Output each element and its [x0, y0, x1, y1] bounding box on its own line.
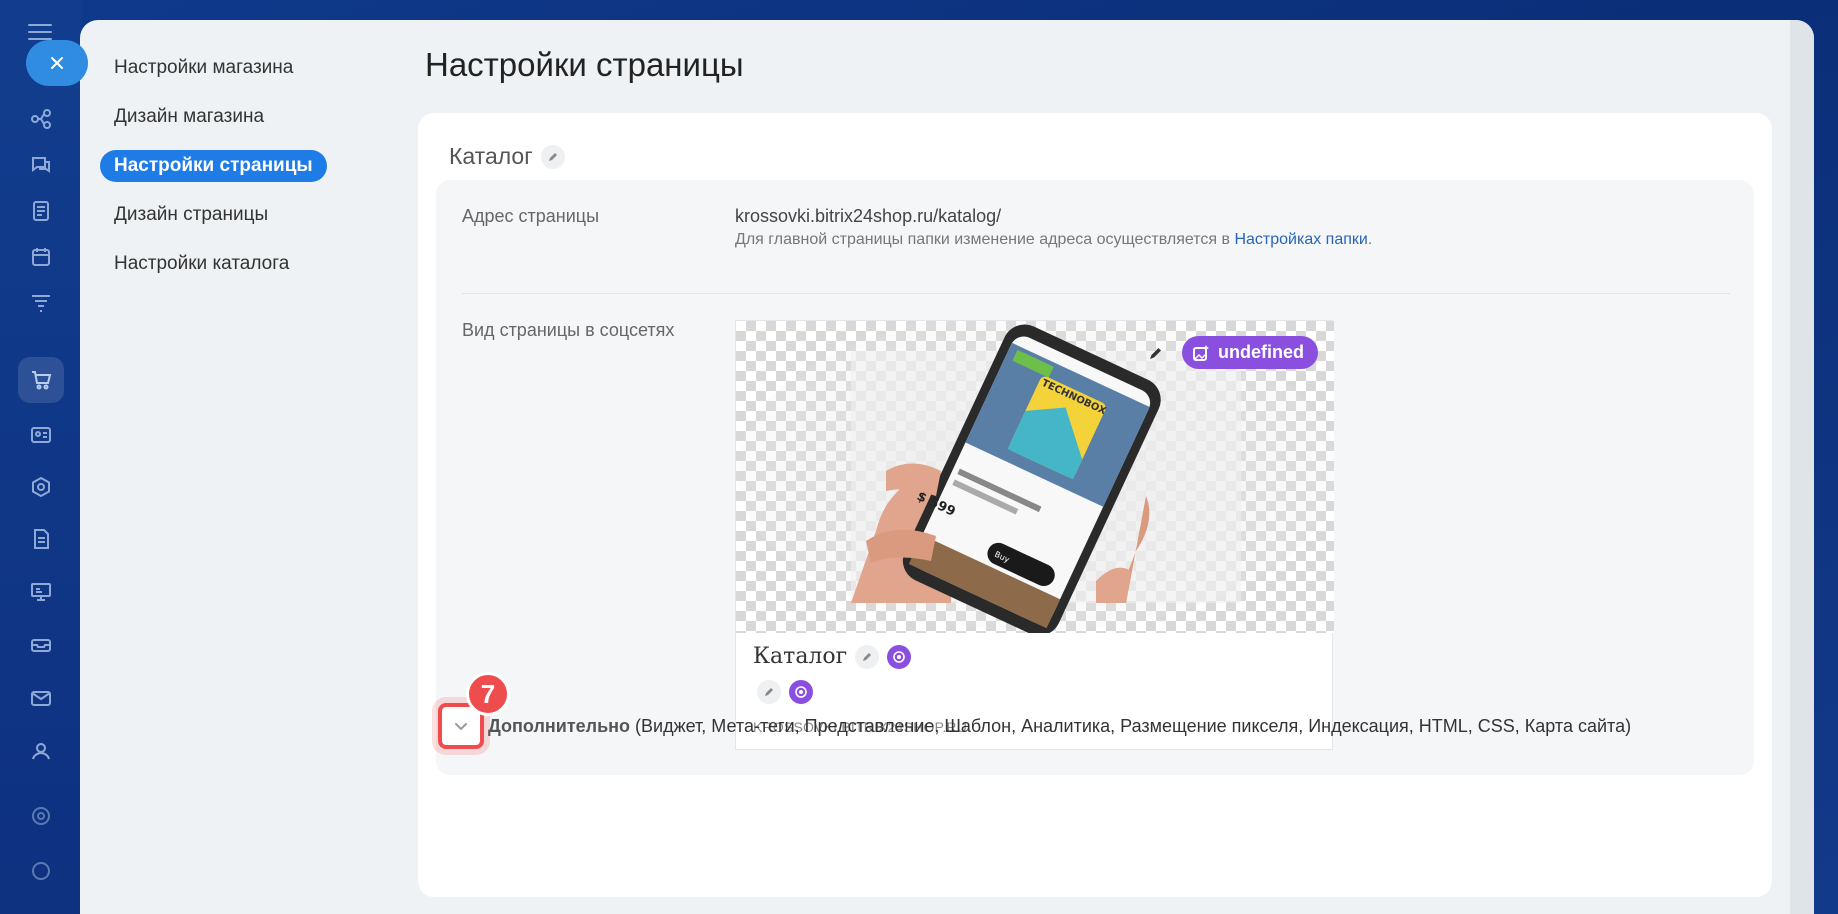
- cart-icon[interactable]: [18, 357, 64, 403]
- ai-image-icon: [1193, 344, 1209, 361]
- document-icon[interactable]: [18, 516, 64, 562]
- chevron-down-icon: [455, 723, 467, 731]
- page-settings-card: Каталог Адрес страницы krossovki.bitrix2…: [418, 113, 1772, 897]
- nav-item-catalog-settings[interactable]: Настройки каталога: [100, 248, 303, 280]
- ai-sparkle-icon: [893, 650, 905, 663]
- inbox-icon[interactable]: [18, 622, 64, 668]
- edit-preview-title-button[interactable]: [855, 644, 880, 669]
- presentation-icon[interactable]: [18, 569, 64, 615]
- contacts-icon[interactable]: [18, 412, 64, 458]
- settings-nav: Настройки магазина Дизайн магазина Настр…: [100, 52, 420, 297]
- preview-title-row: Каталог: [753, 644, 912, 669]
- close-button[interactable]: [26, 40, 88, 86]
- pencil-icon: [765, 688, 773, 696]
- nav-item-shop-design[interactable]: Дизайн магазина: [100, 101, 278, 133]
- pencil-icon: [548, 152, 557, 161]
- additional-details: (Виджет, Мета-теги, Представление, Шабло…: [630, 715, 1632, 736]
- expand-additional-button[interactable]: 7: [438, 672, 510, 749]
- address-hint-end: .: [1367, 231, 1373, 248]
- step-badge: 7: [466, 672, 510, 716]
- ai-sparkle-icon: [795, 686, 807, 698]
- calendar-icon[interactable]: [18, 234, 64, 280]
- left-rail: [0, 0, 82, 914]
- funnel-icon[interactable]: [18, 280, 64, 326]
- additional-settings-text[interactable]: Дополнительно (Виджет, Мета-теги, Предст…: [488, 716, 1631, 737]
- flow-icon[interactable]: [18, 96, 64, 142]
- scrollbar[interactable]: [1790, 20, 1814, 914]
- address-hint: Для главной страницы папки изменение адр…: [735, 231, 1372, 249]
- nav-item-page-settings[interactable]: Настройки страницы: [100, 150, 327, 182]
- people-icon[interactable]: [18, 728, 64, 774]
- ai-title-button[interactable]: [887, 644, 912, 669]
- hexagon-icon[interactable]: [18, 464, 64, 510]
- card-title: Каталог: [449, 143, 533, 169]
- address-hint-text: Для главной страницы папки изменение адр…: [735, 231, 1235, 248]
- edit-title-button[interactable]: [540, 144, 565, 169]
- nav-item-page-design[interactable]: Дизайн страницы: [100, 199, 282, 231]
- chat-icon[interactable]: [18, 142, 64, 188]
- settings-panel: Настройки магазина Дизайн магазина Настр…: [80, 20, 1814, 914]
- social-preview: TECHNOBOX $ 599 Buy undefined Каталог KR…: [735, 320, 1334, 750]
- preview-title: Каталог: [753, 644, 848, 669]
- divider: [462, 293, 1730, 294]
- folder-settings-link[interactable]: Настройках папки: [1234, 231, 1367, 248]
- pencil-icon: [1150, 348, 1161, 359]
- edit-image-button[interactable]: [1141, 338, 1171, 368]
- additional-label: Дополнительно: [488, 715, 631, 736]
- settings-icon[interactable]: [18, 793, 64, 839]
- additional-settings-row[interactable]: 7 Дополнительно (Виджет, Мета-теги, Пред…: [438, 672, 1631, 754]
- ai-generate-image-button[interactable]: undefined: [1182, 336, 1318, 369]
- card-header: Каталог: [449, 143, 565, 170]
- ai-badge-label: undefined: [1218, 342, 1304, 362]
- social-view-label: Вид страницы в соцсетях: [462, 320, 675, 340]
- page-title: Настройки страницы: [425, 46, 744, 83]
- address-value: krossovki.bitrix24shop.ru/katalog/: [735, 206, 1002, 226]
- settings-section: Адрес страницы krossovki.bitrix24shop.ru…: [436, 180, 1754, 775]
- mail-icon[interactable]: [18, 675, 64, 721]
- nav-item-shop-settings[interactable]: Настройки магазина: [100, 52, 307, 84]
- pencil-icon: [863, 652, 872, 661]
- close-icon: [51, 57, 63, 69]
- profile-icon[interactable]: [18, 848, 64, 894]
- address-label: Адрес страницы: [462, 206, 600, 226]
- preview-image[interactable]: TECHNOBOX $ 599 Buy undefined: [736, 321, 1334, 633]
- tasks-icon[interactable]: [18, 188, 64, 234]
